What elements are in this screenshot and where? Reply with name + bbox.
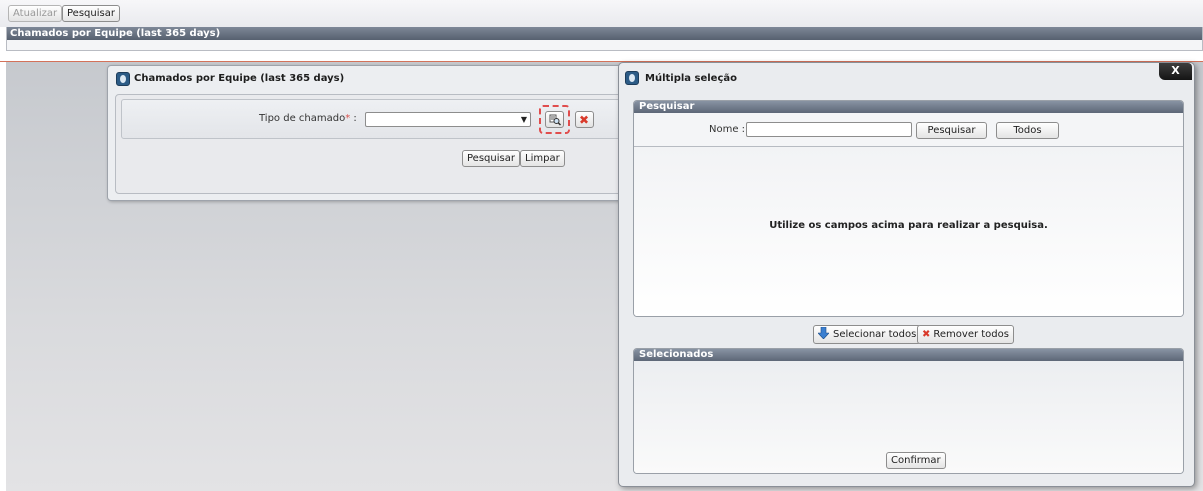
remove-all-button[interactable]: ✖ Remover todos bbox=[917, 325, 1014, 344]
select-all-button[interactable]: Selecionar todos bbox=[813, 325, 922, 344]
multi-select-search-button[interactable] bbox=[545, 111, 564, 128]
arrow-down-icon bbox=[818, 327, 829, 339]
select-all-label: Selecionar todos bbox=[833, 329, 917, 340]
selected-section-header: Selecionados bbox=[634, 349, 1183, 361]
search-list-icon bbox=[549, 114, 561, 126]
field-label-text: Tipo de chamado bbox=[259, 113, 346, 124]
top-search-button[interactable]: Pesquisar bbox=[62, 5, 120, 22]
empty-message: Utilize os campos acima para realizar a … bbox=[769, 220, 1048, 231]
name-input[interactable] bbox=[746, 122, 912, 137]
remove-all-label: Remover todos bbox=[933, 329, 1009, 340]
multi-select-dialog: Múltipla seleção X Pesquisar Nome : Pesq… bbox=[618, 62, 1195, 487]
filter-clear-button[interactable]: Limpar bbox=[520, 150, 565, 167]
field-row: Tipo de chamado* : ▼ ✖ bbox=[121, 99, 625, 139]
app-icon bbox=[625, 71, 639, 85]
report-title: Chamados por Equipe (last 365 days) bbox=[7, 27, 1202, 40]
call-type-select[interactable]: ▼ bbox=[365, 112, 531, 127]
top-toolbar: Atualizar Pesquisar bbox=[0, 0, 1203, 27]
filter-search-button[interactable]: Pesquisar bbox=[462, 150, 520, 167]
clear-x-icon: ✖ bbox=[579, 113, 590, 127]
report-title-strip: Chamados por Equipe (last 365 days) bbox=[6, 27, 1203, 51]
remove-x-icon: ✖ bbox=[922, 329, 931, 340]
field-label: Tipo de chamado* : bbox=[259, 113, 357, 124]
confirm-button[interactable]: Confirmar bbox=[886, 452, 946, 469]
filter-panel: Chamados por Equipe (last 365 days) Tipo… bbox=[107, 65, 627, 201]
dialog-search-button[interactable]: Pesquisar bbox=[916, 122, 987, 139]
app-icon bbox=[116, 72, 130, 86]
name-label: Nome : bbox=[709, 124, 746, 135]
filter-panel-body: Tipo de chamado* : ▼ ✖ Pesquisar Limpar bbox=[115, 94, 627, 194]
dialog-title: Múltipla seleção bbox=[645, 73, 738, 84]
search-section-header: Pesquisar bbox=[634, 101, 1183, 113]
required-mark: * bbox=[345, 113, 351, 124]
field-colon: : bbox=[353, 113, 357, 124]
dropdown-arrow-icon[interactable]: ▼ bbox=[521, 115, 527, 124]
close-button[interactable]: X bbox=[1159, 63, 1192, 80]
filter-panel-title: Chamados por Equipe (last 365 days) bbox=[134, 73, 345, 84]
clear-field-button[interactable]: ✖ bbox=[575, 111, 594, 128]
search-section: Pesquisar Nome : Pesquisar Todos Utilize… bbox=[633, 100, 1184, 317]
refresh-button[interactable]: Atualizar bbox=[8, 5, 63, 22]
all-button[interactable]: Todos bbox=[996, 122, 1059, 139]
results-area: Utilize os campos acima para realizar a … bbox=[634, 146, 1183, 316]
